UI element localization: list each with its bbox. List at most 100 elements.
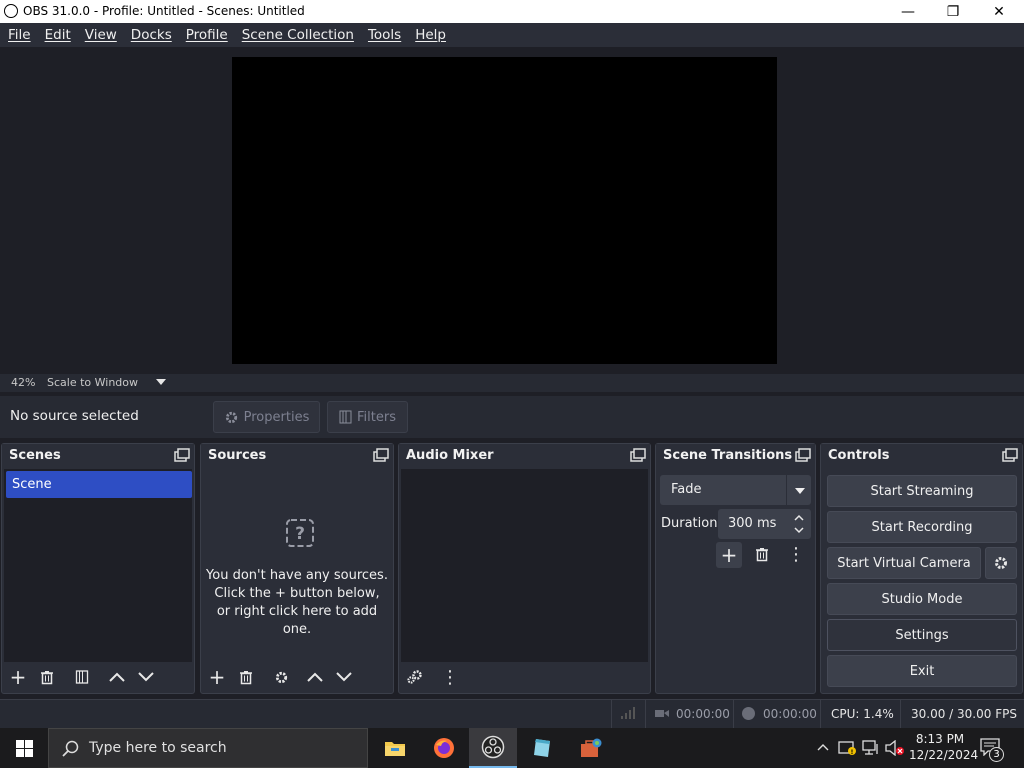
menu-view[interactable]: View [77, 27, 123, 43]
settings-button[interactable]: Settings [827, 619, 1017, 651]
sources-toolbar: + [201, 662, 393, 693]
remove-transition-button[interactable] [750, 542, 774, 566]
sources-dock: Sources ? You don't have any sources. Cl… [200, 443, 394, 694]
menu-file[interactable]: File [0, 27, 37, 43]
empty-hint-line2: Click the + button below, [214, 586, 380, 601]
transition-menu-button[interactable]: ⋮ [784, 542, 808, 566]
close-button[interactable]: ✕ [976, 0, 1022, 23]
obs-logo-icon [4, 4, 18, 18]
firefox-icon [434, 738, 454, 758]
menu-edit[interactable]: Edit [37, 27, 77, 43]
start-streaming-button[interactable]: Start Streaming [827, 475, 1017, 507]
audio-toolbar: ⋮ [399, 662, 650, 693]
taskbar-firefox[interactable] [420, 728, 468, 768]
clock[interactable]: 8:13 PM 12/22/2024 [909, 731, 978, 763]
volume-muted-icon[interactable] [885, 740, 905, 756]
remove-source-button[interactable] [234, 665, 258, 689]
add-transition-button[interactable]: + [716, 542, 742, 568]
move-scene-up-button[interactable] [105, 665, 129, 689]
question-icon: ? [286, 519, 314, 547]
chevron-down-icon[interactable] [794, 527, 804, 534]
menu-scene-collection[interactable]: Scene Collection [234, 27, 360, 43]
properties-button[interactable]: Properties [213, 401, 320, 433]
menu-help[interactable]: Help [407, 27, 452, 43]
sources-title: Sources [208, 448, 267, 463]
notepad-icon [534, 739, 550, 757]
scenes-dock: Scenes Scene + [1, 443, 195, 694]
trash-icon [756, 547, 768, 561]
obs-icon [481, 735, 505, 759]
scenes-list[interactable]: Scene [4, 469, 192, 662]
scene-transitions-title: Scene Transitions [663, 448, 793, 463]
chevron-up-icon[interactable] [817, 743, 829, 751]
sources-list[interactable]: ? You don't have any sources. Click the … [203, 469, 391, 662]
exit-button[interactable]: Exit [827, 655, 1017, 687]
preview-scale-bar: 42% Scale to Window [0, 374, 1024, 392]
svg-text:?: ? [295, 524, 305, 544]
chevron-down-icon [795, 488, 805, 494]
add-source-button[interactable]: + [205, 665, 229, 689]
record-time: 00:00:00 [763, 707, 817, 721]
undock-icon[interactable] [795, 448, 811, 462]
taskbar-file-explorer[interactable] [371, 728, 419, 768]
empty-hint-line3: or right click here to add one. [216, 604, 378, 637]
preview-canvas[interactable] [232, 57, 777, 364]
transition-select[interactable]: Fade [660, 475, 811, 505]
defender-icon[interactable]: ! [838, 739, 856, 756]
advanced-audio-button[interactable] [403, 665, 427, 689]
gear-icon [225, 411, 237, 423]
audio-mixer-title: Audio Mixer [406, 448, 494, 463]
network-icon[interactable] [862, 740, 880, 756]
start-virtual-camera-button[interactable]: Start Virtual Camera [827, 547, 981, 579]
scenes-toolbar: + [2, 662, 194, 693]
undock-icon[interactable] [174, 448, 190, 462]
virtual-camera-settings-button[interactable] [985, 547, 1017, 579]
title-bar: OBS 31.0.0 - Profile: Untitled - Scenes:… [0, 0, 1024, 23]
chevron-down-icon [336, 672, 352, 682]
search-placeholder: Type here to search [89, 740, 227, 756]
trash-icon [240, 670, 252, 684]
gears-icon [407, 670, 422, 684]
chevron-down-icon[interactable] [156, 379, 166, 385]
signal-icon [621, 707, 635, 719]
undock-icon[interactable] [630, 448, 646, 462]
briefcase-icon [581, 738, 602, 757]
list-item[interactable]: Scene [6, 471, 192, 498]
fps-readout: 30.00 / 30.00 FPS [911, 707, 1017, 721]
taskbar-search[interactable]: Type here to search [48, 728, 368, 768]
window-title: OBS 31.0.0 - Profile: Untitled - Scenes:… [23, 4, 305, 18]
notification-center-button[interactable]: 3 [980, 738, 1006, 762]
chevron-down-icon [138, 672, 154, 682]
source-properties-button[interactable] [269, 665, 293, 689]
chevron-up-icon[interactable] [794, 514, 804, 521]
audio-mixer-area[interactable] [401, 469, 648, 662]
start-button[interactable] [0, 728, 48, 768]
move-source-down-button[interactable] [332, 665, 356, 689]
taskbar-app-notepad[interactable] [518, 728, 566, 768]
studio-mode-button[interactable]: Studio Mode [827, 583, 1017, 615]
scale-mode-select[interactable]: Scale to Window [47, 376, 138, 389]
menu-docks[interactable]: Docks [123, 27, 178, 43]
scene-filters-button[interactable] [70, 665, 94, 689]
taskbar-obs[interactable] [469, 728, 517, 768]
audio-menu-button[interactable]: ⋮ [438, 665, 462, 689]
filters-icon [75, 670, 89, 684]
move-source-up-button[interactable] [303, 665, 327, 689]
menu-tools[interactable]: Tools [360, 27, 407, 43]
trash-icon [41, 670, 53, 684]
gear-icon [995, 557, 1007, 569]
clock-time: 8:13 PM [915, 732, 965, 746]
start-recording-button[interactable]: Start Recording [827, 511, 1017, 543]
remove-scene-button[interactable] [35, 665, 59, 689]
add-scene-button[interactable]: + [6, 665, 30, 689]
duration-spinbox[interactable]: 300 ms [718, 509, 811, 539]
taskbar-app-store[interactable] [567, 728, 615, 768]
filters-button[interactable]: Filters [327, 401, 408, 433]
minimize-button[interactable]: — [885, 0, 931, 23]
menu-profile[interactable]: Profile [178, 27, 234, 43]
undock-icon[interactable] [373, 448, 389, 462]
restore-button[interactable]: ❐ [930, 0, 976, 23]
move-scene-down-button[interactable] [134, 665, 158, 689]
context-bar: No source selected [0, 396, 1024, 438]
undock-icon[interactable] [1002, 448, 1018, 462]
